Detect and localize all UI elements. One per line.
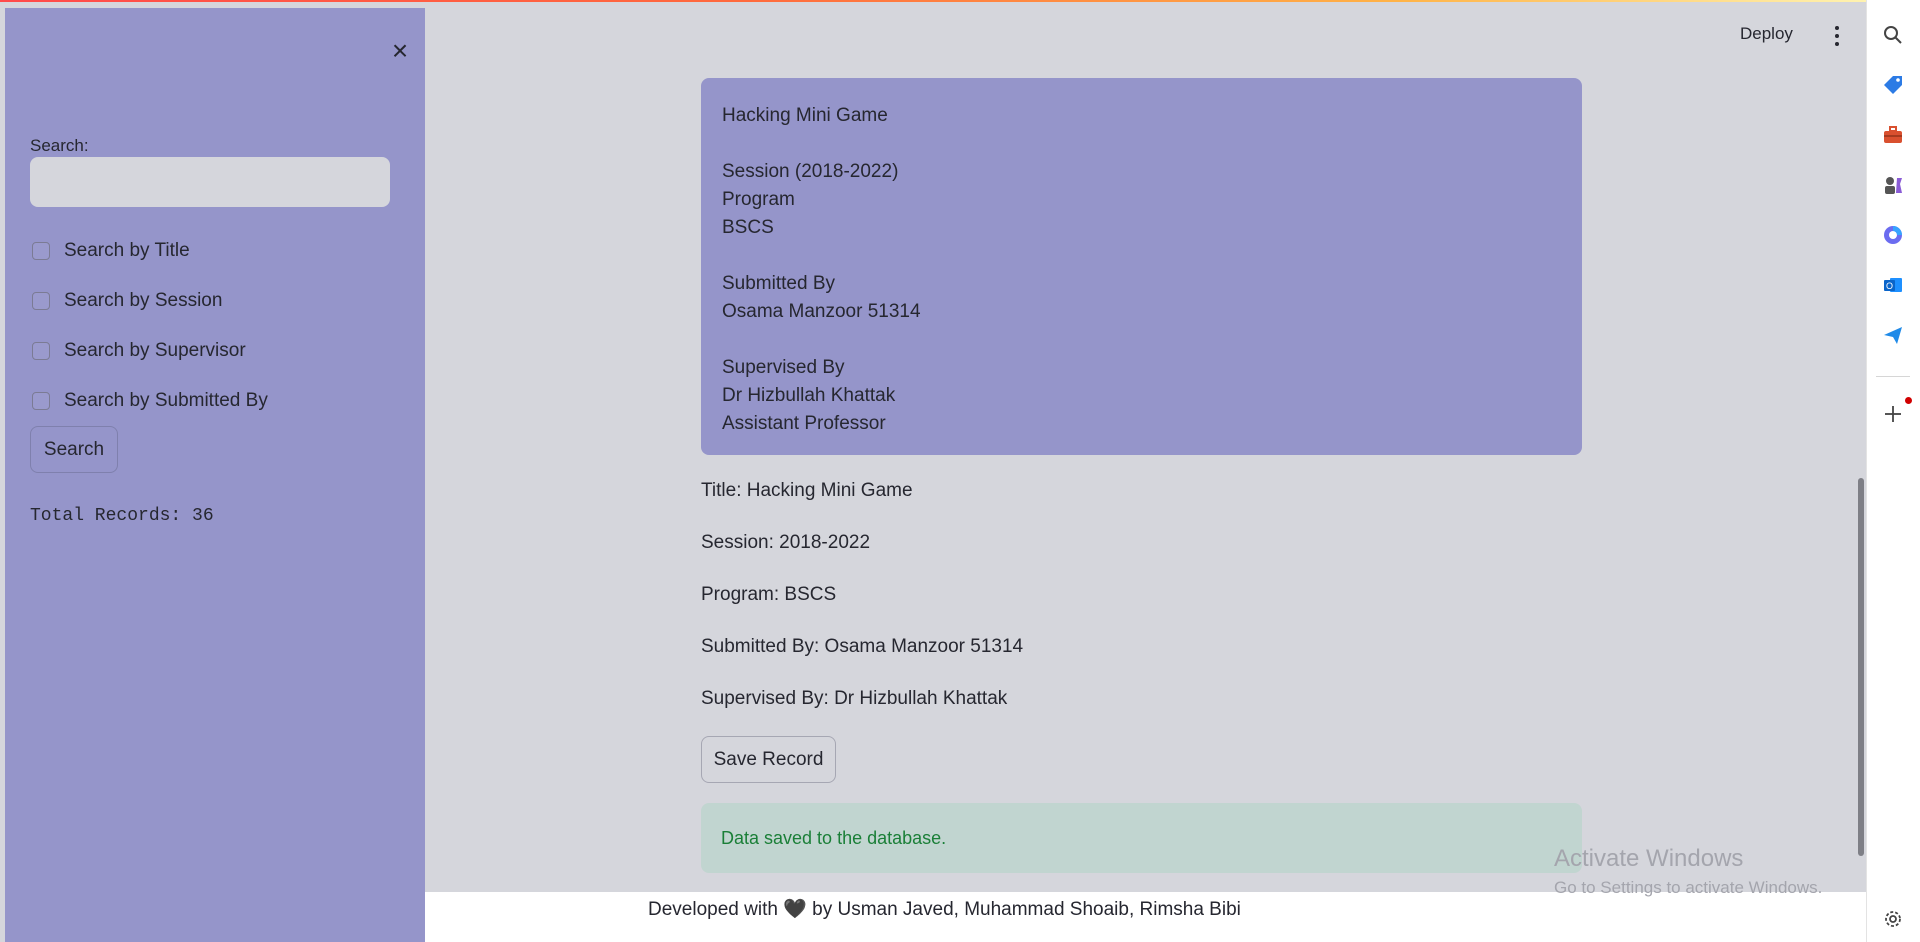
search-input[interactable] <box>30 157 390 207</box>
outlook-icon[interactable]: O <box>1880 272 1906 298</box>
rail-divider <box>1876 376 1910 377</box>
program-line: Program: BSCS <box>701 584 837 605</box>
submitted-by-line: Submitted By: Osama Manzoor 51314 <box>701 636 1024 657</box>
checkbox-label: Search by Submitted By <box>64 390 268 411</box>
supervised-by-line: Supervised By: Dr Hizbullah Khattak <box>701 688 1008 709</box>
search-label: Search: <box>30 136 89 155</box>
checkbox-search-by-supervisor[interactable]: Search by Supervisor <box>32 338 246 364</box>
title-line: Title: Hacking Mini Game <box>701 480 913 501</box>
checkbox-icon[interactable] <box>32 342 50 360</box>
total-records: Total Records: 36 <box>30 506 214 526</box>
checkbox-search-by-session[interactable]: Search by Session <box>32 288 222 314</box>
top-progress-bar <box>0 0 1866 2</box>
svg-text:O: O <box>1886 281 1893 291</box>
chess-icon[interactable] <box>1880 172 1906 198</box>
checkbox-label: Search by Supervisor <box>64 340 246 361</box>
session-line: Session: 2018-2022 <box>701 532 871 553</box>
send-icon[interactable] <box>1880 322 1906 348</box>
add-icon[interactable] <box>1880 401 1906 427</box>
notification-dot <box>1905 397 1912 404</box>
tag-icon[interactable] <box>1880 72 1906 98</box>
success-message: Data saved to the database. <box>721 827 947 848</box>
checkbox-icon[interactable] <box>32 392 50 410</box>
activate-windows-title: Activate Windows <box>1554 845 1744 872</box>
checkbox-label: Search by Title <box>64 240 190 261</box>
deploy-button[interactable]: Deploy <box>1740 24 1793 44</box>
search-icon[interactable] <box>1880 22 1906 48</box>
search-button[interactable]: Search <box>30 426 118 473</box>
checkbox-search-by-title[interactable]: Search by Title <box>32 238 190 264</box>
record-textarea[interactable]: Hacking Mini Game Session (2018-2022) Pr… <box>701 78 1582 455</box>
checkbox-label: Search by Session <box>64 290 223 311</box>
settings-icon[interactable] <box>1880 906 1906 932</box>
copilot-icon[interactable] <box>1880 222 1906 248</box>
save-record-button[interactable]: Save Record <box>701 736 836 783</box>
more-options-icon[interactable] <box>1826 22 1848 50</box>
checkbox-search-by-submitted-by[interactable]: Search by Submitted By <box>32 388 268 414</box>
close-icon[interactable]: × <box>383 34 417 68</box>
footer-text: Developed with 🖤 by Usman Javed, Muhamma… <box>648 899 1241 920</box>
toolbox-icon[interactable] <box>1880 122 1906 148</box>
checkbox-icon[interactable] <box>32 242 50 260</box>
checkbox-icon[interactable] <box>32 292 50 310</box>
success-alert: Data saved to the database. <box>701 803 1582 873</box>
scrollbar[interactable] <box>1858 478 1864 856</box>
activate-windows-subtitle: Go to Settings to activate Windows. <box>1554 878 1823 897</box>
